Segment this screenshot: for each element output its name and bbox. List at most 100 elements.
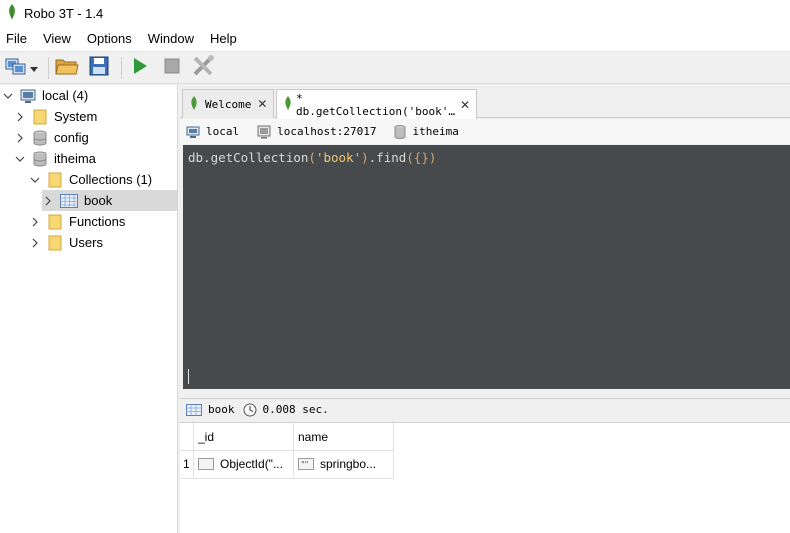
chevron-right-icon[interactable] (29, 216, 41, 228)
tree-item-book[interactable]: book (42, 190, 177, 211)
tree-item-functions[interactable]: Functions (29, 211, 125, 232)
string-type-icon: "" (298, 458, 314, 470)
toolbar (0, 52, 790, 84)
chevron-right-icon[interactable] (14, 111, 26, 123)
server-icon (186, 125, 200, 139)
mongo-leaf-icon (189, 95, 199, 113)
menu-file[interactable]: File (6, 31, 27, 46)
grid-line (180, 478, 394, 479)
result-grid: _id name 1 ObjectId("... "" springbo... (180, 422, 790, 533)
connection-tree: local (4) System config itheima Collecti… (0, 85, 178, 533)
chevron-down-icon[interactable] (2, 90, 14, 102)
execute-icon (132, 57, 148, 78)
query-prefix: db.getCollection (188, 150, 309, 165)
chevron-right-icon[interactable] (42, 195, 54, 207)
database-icon (32, 130, 48, 146)
table-cell-name[interactable]: "" springbo... (298, 454, 392, 474)
query-text[interactable]: db.getCollection('book').find({}) (188, 150, 436, 165)
toolbar-separator (48, 56, 49, 79)
tree-item-system[interactable]: System (14, 106, 97, 127)
computer-icon (257, 125, 271, 139)
menu-view[interactable]: View (43, 31, 71, 46)
query-method: .find (368, 150, 407, 165)
cell-value: springbo... (320, 457, 377, 471)
close-icon[interactable]: ✕ (460, 98, 470, 112)
context-host-label: localhost:27017 (277, 125, 377, 138)
query-context-bar: local localhost:27017 itheima (180, 119, 790, 144)
collection-table-icon (60, 193, 78, 209)
tab-welcome[interactable]: Welcome ✕ (182, 89, 274, 118)
toolbar-separator (121, 56, 122, 79)
object-id-icon (198, 458, 214, 470)
folder-icon (32, 109, 48, 125)
result-time-label: 0.008 sec. (262, 403, 329, 416)
tree-label: Users (69, 235, 103, 250)
svg-text:"": "" (301, 460, 308, 469)
chevron-down-icon[interactable] (14, 153, 26, 165)
column-header-name[interactable]: name (298, 427, 328, 447)
context-server: local (186, 125, 239, 139)
open-button[interactable] (53, 54, 81, 82)
tools-button[interactable] (190, 54, 218, 82)
chevron-right-icon[interactable] (29, 237, 41, 249)
connect-icon (5, 56, 27, 79)
context-host: localhost:27017 (257, 125, 376, 139)
connect-button[interactable] (4, 54, 28, 82)
chevron-right-icon[interactable] (14, 132, 26, 144)
context-server-label: local (206, 125, 240, 138)
save-icon (89, 56, 109, 79)
mongo-leaf-icon (283, 96, 293, 113)
column-header-id[interactable]: _id (198, 427, 214, 447)
tree-item-config[interactable]: config (14, 127, 89, 148)
tab-label: * db.getCollection('book'… (296, 91, 455, 118)
tree-label: Collections (1) (69, 172, 153, 187)
tree-item-server[interactable]: local (4) (2, 85, 88, 106)
execute-button[interactable] (126, 54, 154, 82)
title-bar: Robo 3T - 1.4 (0, 0, 790, 26)
open-folder-icon (55, 56, 79, 79)
dropdown-arrow-icon (30, 60, 38, 75)
folder-icon (47, 235, 63, 251)
stop-icon (164, 58, 180, 77)
tree-item-users[interactable]: Users (29, 232, 103, 253)
close-icon[interactable]: ✕ (257, 97, 267, 111)
save-button[interactable] (85, 54, 113, 82)
database-icon (394, 124, 406, 139)
clock-icon (243, 403, 257, 417)
context-database: itheima (394, 124, 459, 139)
tab-query[interactable]: * db.getCollection('book'… ✕ (276, 89, 477, 119)
query-editor[interactable]: db.getCollection('book').find({}) (183, 145, 790, 389)
tab-label: Welcome (205, 97, 252, 111)
tree-label: System (54, 109, 98, 124)
menu-window[interactable]: Window (148, 31, 194, 46)
result-timing: 0.008 sec. (243, 403, 329, 417)
menu-bar: File View Options Window Help (0, 26, 790, 52)
query-string: 'book' (315, 150, 362, 165)
menu-options[interactable]: Options (87, 31, 132, 46)
row-index: 1 (183, 457, 190, 471)
table-cell-id[interactable]: ObjectId("... (198, 454, 292, 474)
app-logo-icon (6, 4, 18, 22)
tree-item-collections[interactable]: Collections (1) (29, 169, 152, 190)
context-database-label: itheima (412, 125, 459, 138)
chevron-down-icon[interactable] (29, 174, 41, 186)
tree-label: local (4) (42, 88, 89, 103)
collection-table-icon (186, 403, 202, 416)
menu-help[interactable]: Help (210, 31, 237, 46)
tree-item-itheima[interactable]: itheima (14, 148, 96, 169)
stop-button[interactable] (158, 54, 186, 82)
tools-icon (192, 55, 216, 80)
database-icon (32, 151, 48, 167)
folder-icon (47, 214, 63, 230)
query-close-paren: ) (361, 150, 369, 165)
tree-label: Functions (69, 214, 126, 229)
connect-dropdown-button[interactable] (28, 54, 40, 82)
query-args: ({}) (406, 150, 437, 165)
tree-label: book (84, 193, 113, 208)
cell-value: ObjectId("... (220, 457, 283, 471)
result-header: book 0.008 sec. (180, 398, 790, 420)
text-caret (188, 369, 189, 384)
tree-label: config (54, 130, 89, 145)
server-icon (20, 88, 36, 104)
tab-bar: Welcome ✕ * db.getCollection('book'… ✕ (180, 86, 790, 119)
